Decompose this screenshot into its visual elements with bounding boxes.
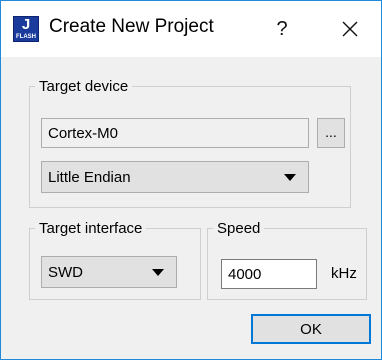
device-name-field[interactable]: Cortex-M0 (41, 118, 309, 148)
target-device-legend: Target device (39, 78, 129, 95)
speed-unit-label: kHz (331, 265, 357, 282)
close-button[interactable] (327, 7, 373, 51)
app-icon-letter: J (21, 16, 31, 33)
endian-select[interactable]: Little Endian (41, 161, 309, 193)
help-icon: ? (276, 17, 288, 40)
chevron-down-icon (152, 269, 164, 276)
app-icon-caption: FLASH (16, 34, 36, 40)
jflash-app-icon: J FLASH (13, 16, 39, 42)
target-interface-legend: Target interface (39, 220, 143, 237)
browse-device-button[interactable]: ... (317, 118, 345, 148)
chevron-down-icon (284, 174, 296, 181)
help-button[interactable]: ? (259, 7, 305, 51)
title-bar[interactable]: J FLASH Create New Project ? (1, 1, 381, 57)
interface-select[interactable]: SWD (41, 256, 177, 288)
window-title: Create New Project (49, 16, 214, 37)
create-project-dialog: J FLASH Create New Project ? Target devi… (0, 0, 382, 360)
ok-button[interactable]: OK (251, 314, 371, 344)
interface-select-value: SWD (48, 263, 83, 281)
close-icon (342, 21, 358, 37)
speed-legend: Speed (217, 220, 261, 237)
speed-input[interactable]: 4000 (221, 259, 317, 289)
endian-select-value: Little Endian (48, 168, 131, 186)
